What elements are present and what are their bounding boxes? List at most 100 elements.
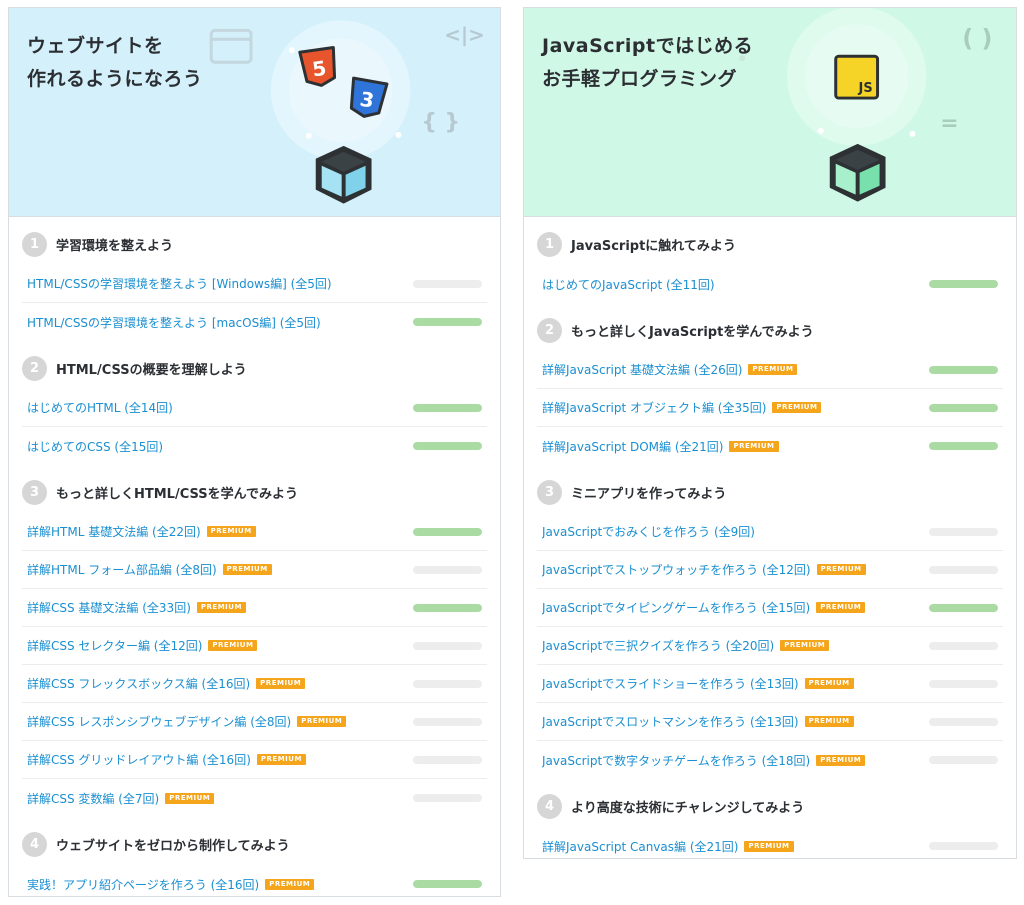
course-link[interactable]: 詳解JavaScript DOM編 (全21回) [542,438,723,455]
course-link[interactable]: 詳解CSS 変数編 (全7回) [27,790,159,807]
course-link-wrapper[interactable]: JavaScriptでスロットマシンを作ろう (全13回) PREMIUM [542,713,921,730]
course-link[interactable]: 詳解CSS 基礎文法編 (全33回) [27,599,191,616]
section-header: 1 JavaScriptに触れてみよう [537,231,1003,257]
sparkle-dot [909,130,916,137]
course-link-wrapper[interactable]: 詳解JavaScript Canvas編 (全21回) PREMIUM [542,838,921,855]
section-header: 4 ウェブサイトをゼロから制作してみよう [22,831,487,857]
course-progress-fill [413,880,482,888]
section-title: もっと詳しくHTML/CSSを学んでみよう [56,486,298,502]
roadmap-card-javascript: ( ) = JS JavaScriptではじめる お手軽プログラミング 1 Ja… [523,7,1017,859]
svg-text:3: 3 [358,88,376,113]
section-header: 3 もっと詳しくHTML/CSSを学んでみよう [22,479,487,505]
course-progress-bar [929,280,998,288]
course-row: 詳解CSS 基礎文法編 (全33回) PREMIUM [22,589,487,627]
section-header: 4 より高度な技術にチャレンジしてみよう [537,793,1003,819]
course-link-wrapper[interactable]: JavaScriptで三択クイズを作ろう (全20回) PREMIUM [542,637,921,654]
course-progress-bar [413,641,482,650]
course-link[interactable]: HTML/CSSの学習環境を整えよう [Windows編] (全5回) [27,275,332,292]
course-link-wrapper[interactable]: 詳解JavaScript DOM編 (全21回) PREMIUM [542,438,921,455]
course-link-wrapper[interactable]: 詳解HTML 基礎文法編 (全22回) PREMIUM [27,523,405,540]
course-link-wrapper[interactable]: JavaScriptで数字タッチゲームを作ろう (全18回) PREMIUM [542,752,921,769]
course-link[interactable]: HTML/CSSの学習環境を整えよう [macOS編] (全5回) [27,314,321,331]
sparkle-dot [305,132,312,139]
course-progress-bar [413,603,482,612]
course-link[interactable]: 詳解HTML 基礎文法編 (全22回) [27,523,201,540]
course-row: JavaScriptでストップウォッチを作ろう (全12回) PREMIUM [537,551,1003,589]
course-link[interactable]: JavaScriptで三択クイズを作ろう (全20回) [542,637,774,654]
course-link[interactable]: はじめてのCSS (全15回) [27,438,163,455]
premium-badge: PREMIUM [165,792,215,804]
course-link[interactable]: JavaScriptでストップウォッチを作ろう (全12回) [542,561,811,578]
equals-icon: = [940,111,958,136]
course-progress-bar [413,679,482,688]
glow-circle [270,20,411,160]
section-header: 3 ミニアプリを作ってみよう [537,479,1003,505]
section-title: 学習環境を整えよう [56,238,174,254]
course-link[interactable]: 詳解JavaScript オブジェクト編 (全35回) [542,399,766,416]
course-link-wrapper[interactable]: HTML/CSSの学習環境を整えよう [Windows編] (全5回) [27,275,405,292]
premium-badge: PREMIUM [816,564,866,575]
course-progress-fill [413,527,482,536]
course-link-wrapper[interactable]: 実践！アプリ紹介ページを作ろう (全16回) PREMIUM [27,876,405,893]
roadmap-section: 2 HTML/CSSの概要を理解しよう はじめてのHTML (全14回) はじめてのC… [22,355,487,465]
section-title: より高度な技術にチャレンジしてみよう [571,800,805,816]
javascript-badge-icon: JS [834,54,880,100]
course-link-wrapper[interactable]: 詳解CSS フレックスボックス編 (全16回) PREMIUM [27,675,405,692]
course-link[interactable]: 詳解CSS レスポンシブウェブデザイン編 (全8回) [27,713,291,730]
course-progress-fill [929,442,998,450]
glow-circle-inner [288,38,393,142]
course-link[interactable]: はじめてのJavaScript (全11回) [542,276,715,293]
course-link-wrapper[interactable]: 詳解CSS グリッドレイアウト編 (全16回) PREMIUM [27,751,405,768]
roadmap-header: ( ) = JS JavaScriptではじめる お手軽プログラミング [524,8,1016,217]
course-link-wrapper[interactable]: はじめてのCSS (全15回) [27,438,405,455]
course-link[interactable]: JavaScriptでスロットマシンを作ろう (全13回) [542,713,799,730]
premium-badge: PREMIUM [297,716,347,727]
curly-braces-icon: { } [421,110,460,135]
course-link[interactable]: 詳解JavaScript Canvas編 (全21回) [542,838,738,855]
section-header: 2 もっと詳しくJavaScriptを学んでみよう [537,317,1003,343]
course-link-wrapper[interactable]: はじめてのJavaScript (全11回) [542,276,921,293]
course-link-wrapper[interactable]: JavaScriptでタイピングゲームを作ろう (全15回) PREMIUM [542,599,921,616]
section-title: ミニアプリを作ってみよう [571,486,727,502]
course-progress-bar [413,880,482,888]
course-link[interactable]: JavaScriptで数字タッチゲームを作ろう (全18回) [542,752,810,769]
course-link-wrapper[interactable]: JavaScriptでストップウォッチを作ろう (全12回) PREMIUM [542,561,921,578]
course-link[interactable]: 詳解CSS セレクター編 (全12回) [27,637,202,654]
course-link[interactable]: JavaScriptでスライドショーを作ろう (全13回) [542,675,799,692]
css3-badge-icon: 3 [349,76,389,118]
svg-text:<|>: <|> [444,23,485,46]
roadmap-title-line: 作れるようになろう [27,68,203,90]
course-progress-bar [413,717,482,726]
course-link-wrapper[interactable]: 詳解CSS 基礎文法編 (全33回) PREMIUM [27,599,405,616]
course-link[interactable]: 詳解HTML フォーム部品編 (全8回) [27,561,217,578]
course-row: はじめてのCSS (全15回) [22,427,487,465]
section-number-badge: 2 [22,355,47,381]
course-link-wrapper[interactable]: JavaScriptでおみくじを作ろう (全9回) [542,523,921,540]
course-link-wrapper[interactable]: 詳解CSS セレクター編 (全12回) PREMIUM [27,637,405,654]
course-link[interactable]: 詳解CSS フレックスボックス編 (全16回) [27,675,250,692]
course-link-wrapper[interactable]: JavaScriptでスライドショーを作ろう (全13回) PREMIUM [542,675,921,692]
premium-badge: PREMIUM [748,364,798,375]
course-link-wrapper[interactable]: HTML/CSSの学習環境を整えよう [macOS編] (全5回) [27,314,405,331]
cube-icon [829,143,886,202]
course-link[interactable]: JavaScriptでおみくじを作ろう (全9回) [542,523,755,540]
roadmap-title: JavaScriptではじめる お手軽プログラミング [542,30,753,96]
course-progress-bar [929,603,998,612]
course-row: 実践！アプリ紹介ページを作ろう (全16回) PREMIUM [22,865,487,903]
course-progress-bar [929,403,998,412]
course-link[interactable]: JavaScriptでタイピングゲームを作ろう (全15回) [542,599,810,616]
course-list: 詳解HTML 基礎文法編 (全22回) PREMIUM 詳解HTML フォーム部品編… [22,513,487,817]
section-number-badge: 4 [537,793,562,819]
course-link-wrapper[interactable]: はじめてのHTML (全14回) [27,399,405,416]
course-link-wrapper[interactable]: 詳解HTML フォーム部品編 (全8回) PREMIUM [27,561,405,578]
course-link[interactable]: 詳解CSS グリッドレイアウト編 (全16回) [27,751,251,768]
course-link[interactable]: 詳解JavaScript 基礎文法編 (全26回) [542,361,742,378]
course-link-wrapper[interactable]: 詳解CSS 変数編 (全7回) PREMIUM [27,790,405,807]
course-link-wrapper[interactable]: 詳解CSS レスポンシブウェブデザイン編 (全8回) PREMIUM [27,713,405,730]
course-link[interactable]: はじめてのHTML (全14回) [27,399,173,416]
parentheses-icon: ( ) [962,24,992,52]
course-progress-bar [929,641,998,650]
course-link-wrapper[interactable]: 詳解JavaScript 基礎文法編 (全26回) PREMIUM [542,361,921,378]
course-link-wrapper[interactable]: 詳解JavaScript オブジェクト編 (全35回) PREMIUM [542,399,921,416]
course-link[interactable]: 実践！アプリ紹介ページを作ろう (全16回) [27,876,259,893]
